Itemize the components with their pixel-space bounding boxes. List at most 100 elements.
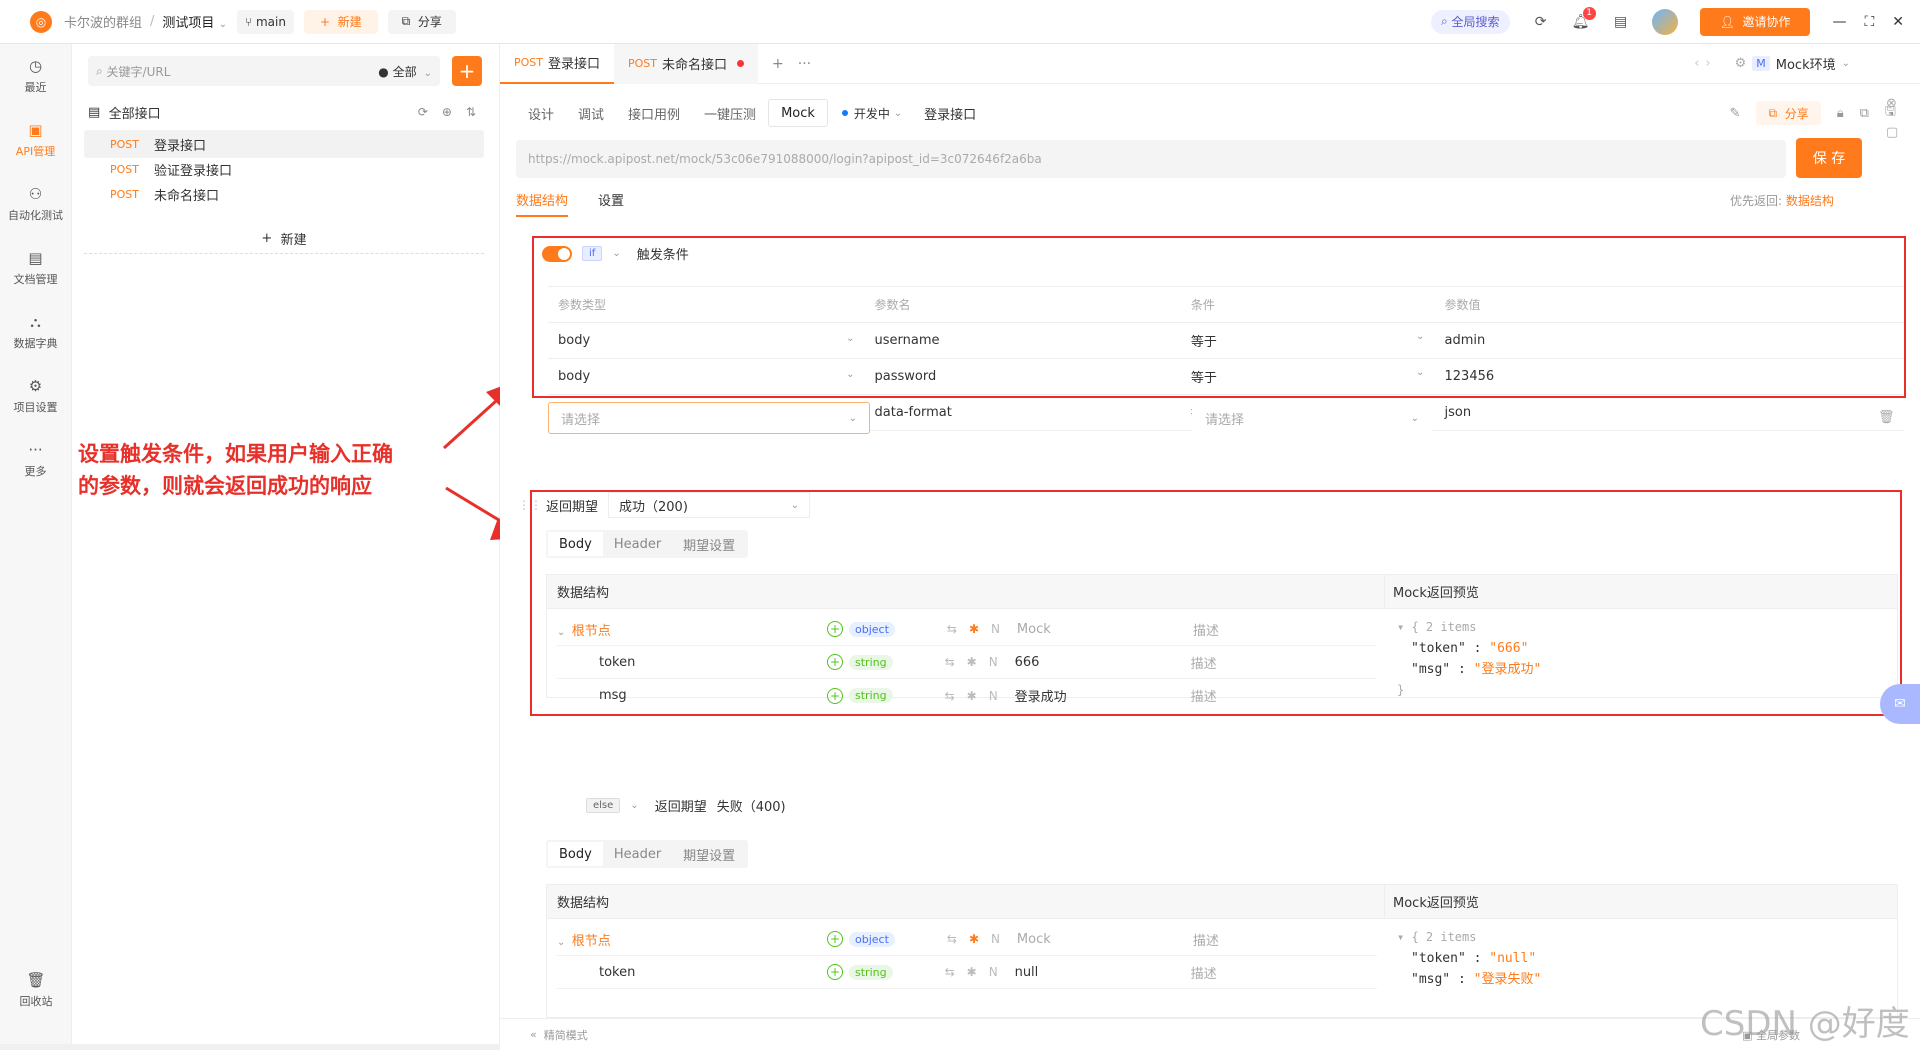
trigger-toggle[interactable] [542,245,572,262]
null-icon[interactable]: N [989,655,998,669]
field-type[interactable]: string [849,654,893,670]
nav-dict[interactable]: ⛬ 数据字典 [0,300,71,364]
minimize-icon[interactable]: — [1832,14,1846,30]
desc-input[interactable]: 描述 [1193,620,1219,639]
collapse-icon[interactable]: ▾ { [1397,930,1426,944]
api-title[interactable]: 登录接口 [924,104,976,123]
env-selector[interactable]: ‹ › ⚙ M Mock环境 ⌄ [1694,54,1920,73]
tab-expect-settings[interactable]: 期望设置 [672,532,746,556]
tree-root[interactable]: ▤ 全部接口 ⟳ ⊕ ⇅ [88,98,484,126]
tab-header[interactable]: Header [603,532,672,556]
tab-mock[interactable]: Mock [768,99,828,127]
tab-body[interactable]: Body [548,532,603,556]
copy-icon[interactable]: ⧉ [1860,106,1869,121]
message-icon[interactable]: ▤ [1612,13,1630,31]
expect-value[interactable]: 失败（400) [717,796,786,815]
nav-docs[interactable]: ▤ 文档管理 [0,236,71,300]
chevron-down-icon[interactable]: ⌄ [630,800,638,811]
tab-cases[interactable]: 接口用例 [616,99,692,127]
project-breadcrumb[interactable]: 测试项目 ⌄ [162,12,227,31]
tab-unnamed[interactable]: POST 未命名接口 [614,43,759,84]
tab-body[interactable]: Body [548,842,603,866]
condition-select[interactable]: 等于 ⌄ [1181,331,1435,350]
chevron-down-icon[interactable]: ⌄ [557,937,572,948]
tab-stress[interactable]: 一键压测 [692,99,768,127]
sync-icon[interactable]: ⟳ [1532,13,1550,31]
param-type-select[interactable]: body ⌄ [548,369,865,384]
priority-value[interactable]: 数据结构 [1786,194,1834,208]
desc-input[interactable]: 描述 [1193,930,1219,949]
required-icon[interactable]: ✱ [967,965,977,979]
avatar[interactable] [1651,8,1678,35]
close-panel-icon[interactable]: ⊗ [1886,96,1898,111]
assistant-float-button[interactable]: ✉ [1880,684,1920,724]
field-type[interactable]: string [849,688,893,703]
nav-recent[interactable]: ◷ 最近 [0,44,71,108]
sort-icon[interactable]: ⇅ [466,105,476,119]
mock-input[interactable]: 666 [1015,655,1191,670]
param-value-input[interactable]: 123456 [1435,369,1904,384]
desc-input[interactable]: 描述 [1191,653,1217,672]
share-api-button[interactable]: ⧉ 分享 [1756,101,1821,125]
param-name-input[interactable]: password [865,369,1181,384]
global-search-button[interactable]: ⌕ 全局搜索 [1431,9,1510,34]
collapse-left-icon[interactable]: « [530,1028,544,1041]
tab-debug[interactable]: 调试 [566,99,616,127]
lock-icon[interactable]: 🔒︎ [1837,106,1844,121]
chevron-down-icon[interactable]: ⌄ [557,627,572,638]
desc-input[interactable]: 描述 [1191,963,1217,982]
param-value-input[interactable]: json [1435,405,1904,420]
team-breadcrumb[interactable]: 卡尔波的群组 [64,12,142,31]
status-select[interactable]: 开发中 ⌄ [841,105,902,122]
field-type[interactable]: object [849,621,895,637]
field-name[interactable]: msg [557,688,827,703]
add-child-icon[interactable]: + [827,931,843,947]
field-name[interactable]: ⌄ 根节点 [557,930,827,949]
add-child-icon[interactable]: + [827,621,843,637]
tab-login[interactable]: POST 登录接口 [500,43,615,84]
null-icon[interactable]: N [989,965,998,979]
edit-icon[interactable]: ✎ [1730,106,1741,121]
add-api-button[interactable]: + [452,56,482,86]
api-search-input[interactable]: ⌕ 关键字/URL ● 全部 ⌄ [88,56,440,86]
mock-input[interactable]: Mock [1017,932,1193,947]
add-child-icon[interactable]: + [827,654,843,670]
locate-icon[interactable]: ⊕ [442,105,452,119]
add-child-icon[interactable]: + [827,687,843,704]
swap-icon[interactable]: ⇆ [947,622,957,636]
tab-design[interactable]: 设计 [516,99,566,127]
required-icon[interactable]: ✱ [967,689,977,703]
mock-input[interactable]: 登录成功 [1015,686,1191,705]
drag-handle-icon[interactable]: ⋮⋮ [518,498,542,512]
refresh-icon[interactable]: ⟳ [418,105,428,119]
required-icon[interactable]: ✱ [969,932,979,946]
field-name[interactable]: ⌄ 根节点 [557,620,827,639]
field-name[interactable]: token [557,655,827,670]
param-name-input[interactable]: username [865,333,1181,348]
bell-icon[interactable]: 🔔︎ 1 [1572,6,1596,31]
swap-icon[interactable]: ⇆ [945,655,955,669]
add-tab-icon[interactable]: + [772,56,784,72]
new-button[interactable]: + 新建 [303,9,378,34]
tab-header[interactable]: Header [603,842,672,866]
mock-url-field[interactable]: https://mock.apipost.net/mock/53c06e7910… [516,140,1786,178]
tab-expect-settings[interactable]: 期望设置 [672,842,746,866]
mock-input[interactable]: Mock [1017,622,1193,637]
add-child-icon[interactable]: + [827,964,843,980]
mock-input[interactable]: null [1015,965,1191,980]
api-item-login[interactable]: POST 登录接口 [84,130,484,158]
field-type[interactable]: string [849,964,893,980]
more-tabs-icon[interactable]: ··· [798,56,811,72]
maximize-icon[interactable]: ⛶ [1864,14,1874,30]
param-value-input[interactable]: admin [1435,333,1904,348]
tab-settings[interactable]: 设置 [598,190,624,217]
collapse-icon[interactable]: ▾ { [1397,620,1426,634]
null-icon[interactable]: N [991,622,1000,636]
nav-settings[interactable]: ⚙ 项目设置 [0,364,71,428]
required-icon[interactable]: ✱ [969,622,979,636]
api-item-verify[interactable]: POST 验证登录接口 [84,155,484,183]
compact-mode-toggle[interactable]: 精简模式 [544,1027,588,1043]
filter-select[interactable]: ● 全部 ⌄ [378,63,432,80]
nav-recycle[interactable]: 🗑︎ 回收站 [0,958,72,1022]
new-param-type-select[interactable]: 请选择 ⌄ [548,402,870,434]
